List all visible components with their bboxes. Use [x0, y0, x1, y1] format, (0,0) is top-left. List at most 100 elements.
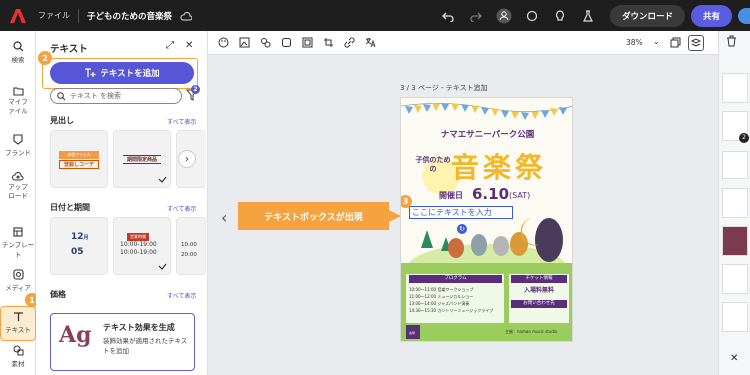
shape-icon[interactable] [280, 37, 292, 49]
page-thumbnail[interactable]: 2 [722, 111, 749, 143]
add-text-icon [85, 68, 96, 77]
crop-icon[interactable] [322, 37, 334, 49]
search-icon [57, 91, 66, 100]
palette-icon[interactable] [217, 37, 229, 49]
poster[interactable]: 会場 ナマエサニーパーク公園 子供のための 音楽祭 開催日 6.10 (SAT)… [400, 97, 573, 342]
date-card[interactable]: 10:00 20:00 [176, 217, 206, 275]
avatar[interactable] [738, 7, 750, 24]
carousel-next-icon[interactable]: › [178, 150, 196, 168]
rail-item-label: ブランド [5, 149, 31, 157]
comment-icon[interactable] [524, 8, 540, 24]
rail-item-label: メディア [5, 284, 31, 292]
rail-item-label: 検索 [11, 56, 25, 64]
rotate-handle-icon[interactable]: ↻ [457, 224, 467, 234]
rail-item-my-files[interactable]: マイファイル [0, 86, 36, 116]
undo-icon[interactable] [440, 8, 456, 24]
effects-icon[interactable] [259, 37, 271, 49]
rail-item-media[interactable]: メディア [0, 269, 36, 292]
expand-icon[interactable]: ⤢ [166, 40, 174, 51]
brand-icon [13, 134, 23, 145]
rail-item-label: 素材 [11, 360, 25, 368]
svg-text:会場: 会場 [409, 330, 415, 335]
document-title[interactable]: 子どものための音楽祭 [87, 10, 172, 22]
rail-item-upload[interactable]: アップロード [0, 171, 36, 201]
frame-icon[interactable] [301, 37, 313, 49]
card-text: 10:00-19:00 [120, 249, 157, 256]
rail-item-brand[interactable]: ブランド [0, 134, 36, 157]
invite-icon[interactable] [496, 8, 512, 24]
card-text: 登録しコーデ [59, 160, 99, 169]
see-all-link[interactable]: すべて表示 [167, 117, 196, 126]
text-panel: テキスト ⤢ ✕ 2 テキストを追加 テキスト を検索 2 見出し すべて表示 … [36, 31, 208, 375]
poster-subtitle: 子供のための [415, 156, 451, 173]
page-label: 3 / 3 ページ - テキスト追加 [400, 84, 488, 92]
app-logo-icon[interactable] [8, 6, 28, 26]
flask-icon[interactable] [580, 8, 596, 24]
zoom-level[interactable]: 38% [626, 38, 643, 47]
close-icon[interactable]: ✕ [185, 40, 193, 51]
share-button[interactable]: 共有 [690, 4, 732, 27]
link-icon[interactable] [343, 37, 355, 49]
rail-item-text[interactable]: テキスト [0, 306, 36, 341]
previous-page-icon[interactable]: ‹ [221, 208, 227, 227]
program-header: プログラム [409, 275, 502, 283]
layers-icon[interactable] [688, 35, 704, 51]
chevron-down-icon[interactable]: ⌄ [653, 37, 660, 46]
card-text: 12月 [71, 232, 89, 242]
ticket-value: 入場料無料 [523, 287, 554, 294]
see-all-link[interactable]: すべて表示 [167, 291, 196, 300]
close-icon[interactable]: ✕ [730, 353, 738, 364]
page-thumbnail[interactable] [722, 188, 748, 218]
rail-item-label: マイファイル [8, 98, 28, 115]
text-search-input[interactable]: テキスト を検索 [50, 88, 182, 104]
redo-icon[interactable] [468, 8, 484, 24]
heading-card[interactable]: 期間限定商品 [113, 130, 171, 188]
poster-date: 6.10 [472, 185, 510, 203]
top-bar: ファイル 子どものための音楽祭 ダウンロード 共有 [0, 0, 750, 31]
text-icon [13, 312, 23, 321]
page-thumbnail[interactable] [722, 226, 748, 256]
date-card[interactable]: 12月 05 [50, 217, 108, 275]
lightbulb-icon[interactable] [552, 8, 568, 24]
heading-card[interactable]: 本格アイテム 登録しコーデ [50, 130, 108, 188]
upload-icon [12, 171, 24, 181]
rail-item-templates[interactable]: テンプレート [0, 227, 36, 259]
program-item: 10:00〜11:00 音楽ワークショップ [409, 287, 474, 292]
ticket-header: チケット情報 [511, 275, 567, 283]
translate-icon[interactable] [364, 37, 376, 49]
effect-title: テキスト効果を生成 [103, 323, 175, 332]
trash-icon[interactable] [726, 35, 737, 49]
section-dates-title: 日付と期間 [50, 203, 90, 212]
program-item: 14:30〜15:30 カントリーミュージックライブ [409, 308, 494, 313]
image-icon[interactable] [238, 37, 250, 49]
poster-title: 音楽祭 [451, 151, 548, 184]
page-thumbnail[interactable] [722, 302, 748, 332]
see-all-link[interactable]: すべて表示 [167, 204, 196, 213]
section-headings-title: 見出し [50, 116, 74, 125]
search-placeholder: テキスト を検索 [70, 92, 122, 100]
page-thumbnail[interactable] [722, 151, 748, 179]
new-text-box[interactable]: ここにテキストを入力 [409, 206, 513, 219]
canvas-toolbar: 38% ⌄ [208, 31, 718, 55]
date-card[interactable]: 営業時間 10:00-19:00 10:00-19:00 [113, 217, 171, 275]
poster-day: (SAT) [509, 191, 531, 200]
callout-label: テキストボックスが出現 [238, 202, 401, 230]
poster-park-name: ナマエサニーパーク公園 [440, 130, 535, 140]
page-thumbnail[interactable] [722, 73, 748, 103]
rail-item-search[interactable]: 検索 [0, 41, 36, 64]
page-thumbnail[interactable] [722, 264, 748, 294]
text-effect-card[interactable]: Ag テキスト効果を生成 装飾効果が適用されたテキストを追加 [50, 313, 195, 371]
program-item: 11:00〜12:00 ミュージカルショー [409, 294, 474, 299]
download-button[interactable]: ダウンロード [609, 4, 685, 27]
copy-icon[interactable] [670, 37, 681, 50]
program-list: 10:00〜11:00 音楽ワークショップ 11:00〜12:00 ミュージカル… [409, 286, 493, 314]
organizer: 主催：namae music studio [505, 329, 558, 334]
file-menu[interactable]: ファイル [38, 10, 70, 21]
section-price-title: 価格 [50, 290, 66, 299]
template-icon [13, 227, 23, 237]
card-text: 10:00-19:00 [120, 241, 157, 248]
rail-item-elements[interactable]: 素材 [0, 345, 36, 368]
card-text: 本格アイテム [59, 151, 99, 159]
page-count-badge: 2 [739, 133, 749, 143]
add-text-button[interactable]: テキストを追加 [50, 62, 194, 84]
